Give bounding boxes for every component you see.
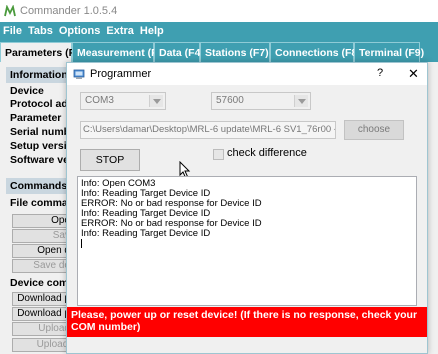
upload-button[interactable]: Upload	[12, 322, 74, 336]
baud-value: 57600	[216, 95, 244, 106]
close-icon[interactable]: ✕	[408, 66, 419, 82]
programmer-icon	[73, 69, 85, 79]
log-output[interactable]: Info: Open COM3 Info: Reading Target Dev…	[77, 176, 417, 306]
download-parameters-button-2[interactable]: Download p	[12, 307, 74, 321]
menu-help[interactable]: Help	[137, 25, 167, 37]
stop-button[interactable]: STOP	[80, 149, 140, 171]
check-difference-checkbox[interactable]	[213, 149, 224, 160]
programmer-dialog: Programmer ? ✕ COM3 57600 C:\Users\damar…	[66, 62, 428, 354]
file-path-field[interactable]: C:\Users\damar\Desktop\MRL-6 update\MRL-…	[80, 121, 336, 139]
chevron-down-icon	[149, 95, 163, 107]
file-commands-label: File comman	[10, 197, 75, 209]
port-select[interactable]: COM3	[80, 92, 166, 110]
menu-extra[interactable]: Extra	[103, 25, 137, 37]
open-default-button[interactable]: Open d	[12, 244, 74, 258]
tab-terminal[interactable]: Terminal (F9)	[354, 42, 424, 62]
menu-options[interactable]: Options	[56, 25, 104, 37]
menu-file[interactable]: File	[0, 25, 25, 37]
app-logo-icon	[4, 5, 16, 17]
tab-bar: Parameters (F2) Measurement (F3) Data (F…	[0, 40, 438, 62]
error-message: Please, power up or reset device! (If th…	[67, 307, 427, 337]
tab-connections[interactable]: Connections (F8)	[270, 42, 361, 62]
dialog-titlebar[interactable]: Programmer	[67, 63, 427, 85]
info-label-parameter: Parameter	[10, 112, 62, 124]
port-value: COM3	[85, 95, 114, 106]
tab-stations[interactable]: Stations (F7)	[200, 42, 270, 62]
menu-tabs[interactable]: Tabs	[25, 25, 56, 37]
help-icon[interactable]: ?	[377, 67, 383, 79]
download-parameters-button[interactable]: Download p	[12, 292, 74, 306]
tab-measurement[interactable]: Measurement (F3)	[72, 42, 167, 62]
tab-parameters[interactable]: Parameters (F2)	[0, 42, 84, 62]
chevron-down-icon	[294, 95, 308, 107]
dialog-title: Programmer	[90, 68, 152, 80]
tab-data[interactable]: Data (F4)	[154, 42, 204, 62]
text-caret	[81, 239, 82, 248]
check-difference-label: check difference	[227, 147, 307, 159]
menubar: File Tabs Options Extra Help	[0, 22, 438, 40]
baud-select[interactable]: 57600	[211, 92, 311, 110]
window-title: Commander 1.0.5.4	[20, 5, 118, 17]
info-label-device: Device	[10, 85, 44, 97]
save-default-button[interactable]: Save de	[12, 259, 74, 273]
log-line: Info: Reading Target Device ID	[81, 228, 211, 239]
choose-button[interactable]: choose	[344, 120, 404, 140]
open-button[interactable]: Ope	[12, 214, 74, 228]
main-titlebar: Commander 1.0.5.4	[0, 0, 438, 22]
save-button[interactable]: Sav	[12, 229, 74, 243]
